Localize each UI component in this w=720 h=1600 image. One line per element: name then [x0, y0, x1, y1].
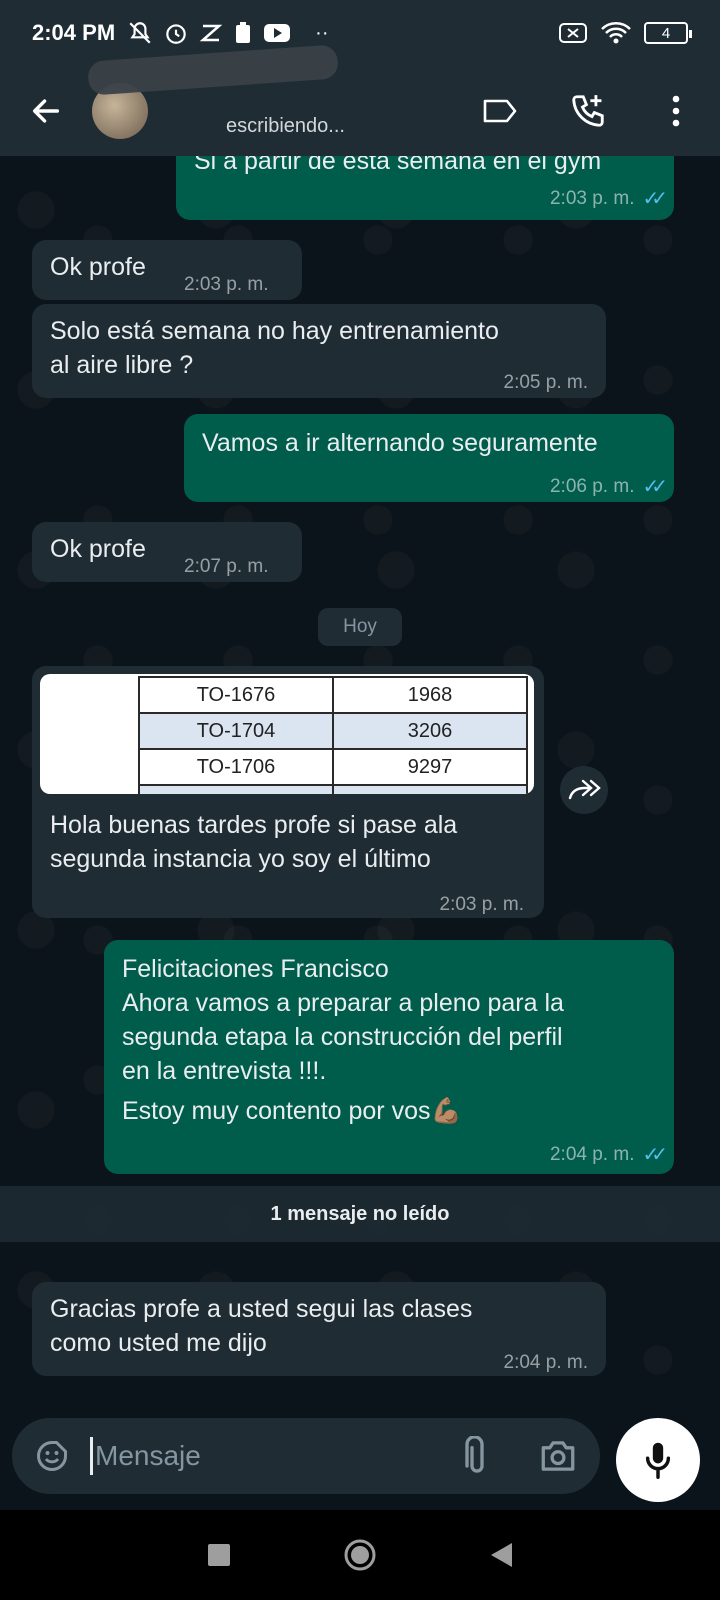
message-text: Ok profe	[50, 535, 146, 563]
text-caret	[90, 1437, 93, 1475]
message-line: en la entrevista !!!.	[122, 1057, 327, 1085]
message-meta: 2:03 p. m. ✓✓	[549, 182, 668, 216]
chat-header: escribiendo...	[0, 43, 720, 156]
table-cell: TO-1706	[138, 748, 334, 786]
message-incoming[interactable]: Gracias profe a usted segui las clases c…	[32, 1282, 606, 1376]
add-call-button[interactable]	[568, 91, 608, 131]
message-time: 2:04 p. m.	[503, 1352, 589, 1373]
mute-icon	[129, 22, 151, 44]
input-bar: Mensaje	[0, 1410, 720, 1502]
message-time: 2:07 p. m.	[184, 556, 269, 577]
message-line: Hola buenas tardes profe si pase ala	[50, 811, 458, 839]
camera-icon[interactable]	[538, 1438, 578, 1474]
message-time: 2:05 p. m.	[503, 372, 589, 393]
home-button[interactable]	[343, 1538, 377, 1572]
chat-area[interactable]: Si a partir de esta semana en el gym 2:0…	[0, 156, 720, 1410]
message-line: Solo está semana no hay entrenamiento	[50, 317, 499, 345]
message-outgoing[interactable]: Vamos a ir alternando seguramente 2:06 p…	[184, 414, 674, 502]
day-divider: Hoy	[318, 608, 402, 646]
status-time: 2:04 PM	[32, 20, 116, 45]
voice-message-button[interactable]	[616, 1418, 700, 1502]
app-icon	[199, 24, 223, 42]
message-meta: 2:06 p. m. ✓✓	[549, 470, 668, 504]
sim-off-icon	[559, 23, 587, 43]
attach-icon[interactable]	[464, 1436, 490, 1476]
recents-button[interactable]	[206, 1542, 232, 1568]
label-icon	[483, 99, 517, 123]
forward-button[interactable]	[560, 766, 608, 814]
back-button[interactable]	[24, 89, 68, 133]
table-cell: TO-1704	[138, 712, 334, 750]
menu-button[interactable]	[656, 91, 696, 131]
message-time: 2:03 p. m.	[439, 894, 525, 915]
image-table: TO-16761968 TO-17043206 TO-17069297 TO-1…	[138, 676, 528, 794]
message-incoming[interactable]: Ok profe 2:03 p. m.	[32, 240, 302, 300]
message-time: 2:03 p. m.	[184, 274, 269, 295]
table-cell: 3206	[332, 712, 528, 750]
message-input[interactable]: Mensaje	[95, 1440, 201, 1472]
microphone-icon	[645, 1442, 671, 1479]
read-ticks-icon: ✓✓	[642, 476, 667, 498]
table-cell: 9081	[332, 784, 528, 794]
more-dots-icon: ··	[315, 21, 329, 44]
message-incoming[interactable]: Ok profe 2:07 p. m.	[32, 522, 302, 582]
message-text: Ok profe	[50, 253, 146, 281]
alarm-icon	[166, 24, 186, 44]
message-line: Estoy muy contento por vos💪🏽	[122, 1097, 462, 1125]
more-vert-icon	[672, 95, 680, 127]
add-call-icon	[572, 95, 604, 127]
table-cell: 1968	[332, 676, 528, 714]
message-line: Gracias profe a usted segui las clases	[50, 1295, 473, 1323]
unread-banner: 1 mensaje no leído	[0, 1186, 720, 1242]
message-image[interactable]: TO-16761968 TO-17043206 TO-17069297 TO-1…	[40, 674, 534, 794]
message-text: Si a partir de esta semana en el gym	[194, 156, 602, 175]
message-line: Ahora vamos a preparar a pleno para la	[122, 989, 564, 1017]
youtube-icon	[264, 24, 291, 42]
status-bar: 2:04 PM ·· 4	[0, 0, 720, 66]
table-cell: TO-1720	[138, 784, 334, 794]
back-arrow-icon	[32, 99, 60, 123]
battery-saver-icon	[236, 22, 251, 43]
message-line: segunda instancia yo soy el último	[50, 845, 431, 873]
contact-info[interactable]: escribiendo...	[87, 43, 345, 138]
message-incoming[interactable]: Solo está semana no hay entrenamiento al…	[32, 304, 606, 398]
message-line: al aire libre ?	[50, 351, 194, 379]
read-ticks-icon: ✓✓	[642, 1144, 667, 1166]
message-input-container[interactable]: Mensaje	[12, 1418, 600, 1494]
battery-level: 4	[661, 24, 671, 42]
table-row: TO-1676 1968	[138, 676, 528, 714]
message-line: como usted me dijo	[50, 1329, 267, 1357]
wifi-icon	[601, 22, 631, 44]
forward-icon	[568, 779, 601, 800]
label-button[interactable]	[480, 91, 520, 131]
system-nav-bar	[0, 1510, 720, 1600]
message-time: 2:06 p. m.	[549, 476, 635, 497]
message-time: 2:04 p. m.	[549, 1144, 635, 1165]
message-meta: 2:04 p. m. ✓✓	[549, 1138, 668, 1172]
message-incoming-image[interactable]: TO-16761968 TO-17043206 TO-17069297 TO-1…	[32, 666, 544, 918]
table-cell: 9297	[332, 748, 528, 786]
table-cell: TO-1676	[138, 676, 334, 714]
message-time: 2:03 p. m.	[549, 188, 635, 209]
back-nav-button[interactable]	[488, 1541, 514, 1569]
message-line: Felicitaciones Francisco	[122, 955, 389, 983]
table-row: TO-1704 3206	[138, 712, 528, 750]
message-text: Vamos a ir alternando seguramente	[202, 429, 598, 457]
battery-icon: 4	[644, 22, 692, 44]
message-outgoing[interactable]: Si a partir de esta semana en el gym 2:0…	[176, 156, 674, 220]
table-row: TO-17209081	[138, 784, 528, 794]
message-line: segunda etapa la construcción del perfil	[122, 1023, 563, 1051]
read-ticks-icon: ✓✓	[642, 188, 667, 210]
emoji-sticker-icon[interactable]	[34, 1438, 70, 1474]
message-outgoing[interactable]: Felicitaciones Francisco Ahora vamos a p…	[104, 940, 674, 1174]
table-row: TO-1706 9297	[138, 748, 528, 786]
contact-status: escribiendo...	[226, 114, 345, 137]
